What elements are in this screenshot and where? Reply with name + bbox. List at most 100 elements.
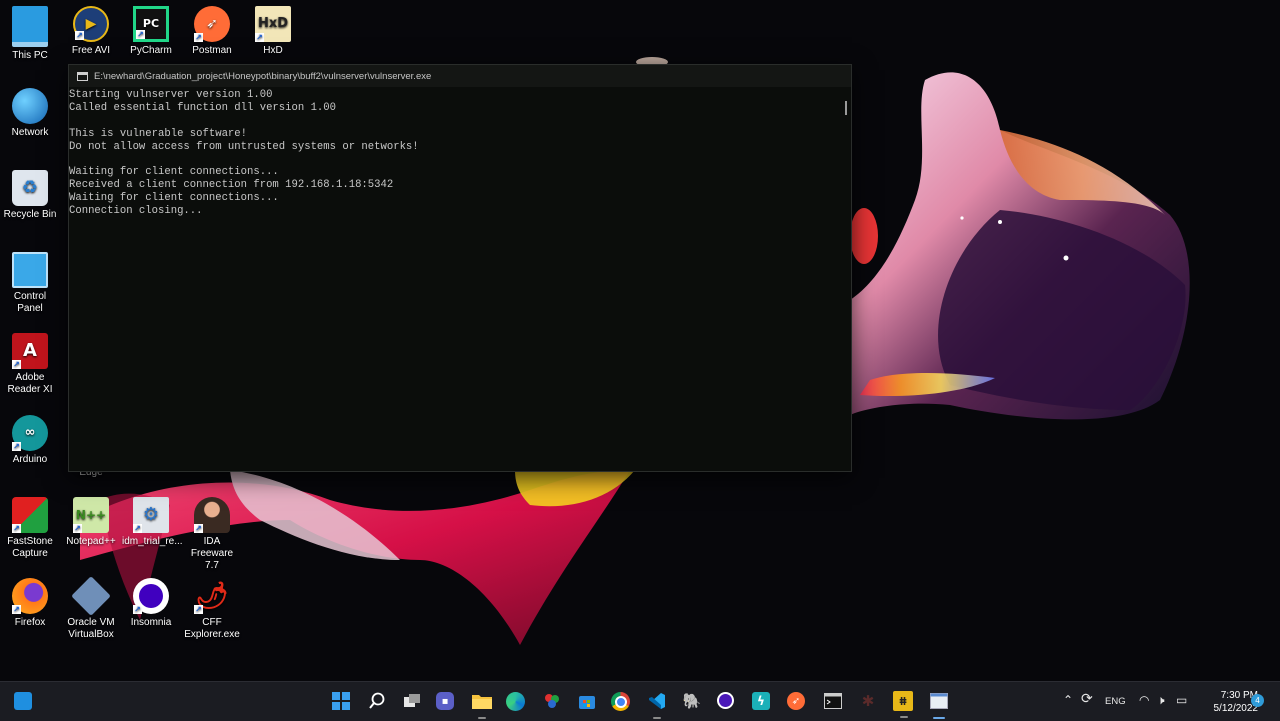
desktop-icon-faststone-capture[interactable]: ↗ FastStone Capture: [1, 497, 59, 560]
desktop-icon-label: Control Panel: [13, 291, 47, 314]
desktop-icon-label: This PC: [12, 50, 48, 61]
desktop-icon-label: 7.7: [205, 560, 219, 571]
console-line: Starting vulnserver version 1.00: [69, 89, 273, 101]
desktop-icon-label: idm_trial_re...: [122, 536, 183, 547]
desktop-icon-label: Oracle VM: [67, 617, 115, 628]
arduino-icon: ∞ ↗: [12, 415, 48, 451]
running-indicator: [653, 717, 661, 719]
running-indicator: [478, 717, 486, 719]
clock-date: 5/12/2022: [1213, 703, 1259, 714]
insomnia-icon: ↗: [133, 578, 169, 614]
adobe-reader-icon: A ↗: [12, 333, 48, 369]
desktop-icon-label: Postman: [192, 45, 232, 56]
running-indicator: [900, 716, 908, 718]
file-explorer-icon[interactable]: [471, 690, 493, 719]
desktop-icon-label: Reader XI: [7, 384, 53, 395]
desktop-icon-idm-trial[interactable]: ⚙ ↗ idm_trial_re...: [122, 497, 183, 548]
console-title: E:\newhard\Graduation_project\Honeypot\b…: [94, 70, 432, 82]
desktop-icon-network[interactable]: Network: [1, 88, 59, 139]
control-panel-icon: [12, 252, 48, 288]
desktop-icon-insomnia[interactable]: ↗ Insomnia: [122, 578, 180, 629]
running-indicator: [933, 717, 945, 719]
network-globe-icon: [12, 88, 48, 124]
desktop-icon-this-pc[interactable]: This PC: [1, 6, 59, 62]
eclipse-icon[interactable]: [717, 692, 734, 709]
postman-icon[interactable]: ➶: [787, 692, 805, 710]
desktop-icon-pycharm[interactable]: PC ↗ PyCharm: [122, 6, 180, 57]
desktop-icon-label: CFF: [202, 617, 222, 628]
avi-player-icon: ▶ ↗: [73, 6, 109, 42]
widgets-button[interactable]: [14, 692, 32, 710]
console-line: This is vulnerable software!: [69, 127, 248, 140]
desktop-icon-label: Adobe: [15, 372, 45, 383]
installer-icon: ⚙ ↗: [133, 497, 169, 533]
desktop-icon-label: Insomnia: [130, 617, 172, 628]
console-titlebar[interactable]: E:\newhard\Graduation_project\Honeypot\b…: [69, 65, 851, 87]
console-output[interactable]: Starting vulnserver version 1.00 Called …: [69, 87, 837, 471]
chili-pepper-icon: 🌶 ↗: [194, 581, 229, 614]
hxd-icon: HxD ↗: [255, 6, 291, 42]
sync-icon[interactable]: ⟳: [1081, 691, 1093, 707]
desktop-icon-label: PyCharm: [130, 45, 172, 56]
ida-icon[interactable]: ⵌ: [893, 691, 913, 718]
desktop-icon-label: Network: [11, 127, 49, 138]
desktop-icon-notepadpp[interactable]: N++ ↗ Notepad++: [62, 497, 120, 548]
desktop-icon-virtualbox[interactable]: Oracle VM VirtualBox: [62, 576, 120, 641]
desktop-icon-control-panel[interactable]: Control Panel: [1, 252, 59, 315]
console-line: Do not allow access from untrusted syste…: [69, 140, 419, 153]
console-window[interactable]: E:\newhard\Graduation_project\Honeypot\b…: [68, 64, 852, 472]
debugger-icon[interactable]: ✱: [857, 690, 879, 712]
desktop-icon-hxd[interactable]: HxD ↗ HxD: [244, 6, 302, 57]
vscode-icon[interactable]: [646, 690, 668, 719]
desktop-icon-cff-explorer[interactable]: 🌶 ↗ CFF Explorer.exe: [183, 578, 241, 641]
desktop-icon-postman[interactable]: ➶ ↗ Postman: [183, 6, 241, 57]
faststone-capture-icon: ↗: [12, 497, 48, 533]
thunder-icon[interactable]: ϟ: [752, 692, 770, 710]
postgres-icon[interactable]: 🐘: [681, 690, 703, 712]
chrome-icon[interactable]: [611, 692, 630, 711]
notepadpp-icon: N++ ↗: [73, 497, 109, 533]
desktop-icon-label: Explorer.exe: [184, 629, 240, 640]
clock[interactable]: 7:30 PM 5/12/2022: [1196, 689, 1259, 715]
wifi-icon[interactable]: ◠: [1139, 693, 1149, 707]
taskbar: ▪ 🐘 ϟ ➶ ✱ ⵌ ⌃ ⟳ ENG ◠ 🕨 ▭ 7:30 PM 5/12/2…: [0, 681, 1280, 721]
chat-icon[interactable]: ▪: [436, 692, 454, 710]
desktop-icon-recycle-bin[interactable]: ♻ Recycle Bin: [1, 170, 59, 221]
desktop-icon-label: Recycle Bin: [3, 209, 57, 220]
desktop-icon-label: HxD: [263, 45, 283, 56]
virtualbox-icon: [71, 576, 111, 616]
console-line: Waiting for client connections...: [69, 192, 279, 205]
desktop-icon-firefox[interactable]: ↗ Firefox: [1, 578, 59, 629]
console-line: Received a client connection from 192.16…: [69, 179, 394, 192]
terminal-icon[interactable]: [822, 690, 844, 712]
console-line: Waiting for client connections...: [69, 166, 279, 179]
volume-icon[interactable]: 🕨: [1157, 693, 1165, 708]
language-indicator[interactable]: ENG: [1105, 696, 1126, 707]
clock-time: 7:30 PM: [1220, 690, 1258, 701]
desktop-icon-ida-freeware[interactable]: ↗ IDA Freeware 7.7: [183, 497, 241, 572]
chevron-up-icon[interactable]: ⌃: [1063, 693, 1073, 707]
desktop-icon-label: Free AVI: [71, 45, 111, 56]
desktop-icon-label: Notepad++: [66, 536, 116, 547]
notification-badge[interactable]: 4: [1251, 694, 1264, 707]
task-view-icon[interactable]: [401, 690, 423, 712]
battery-icon[interactable]: ▭: [1176, 693, 1187, 707]
console-app-icon[interactable]: [928, 690, 950, 719]
edge-icon[interactable]: [506, 692, 525, 711]
photos-icon[interactable]: [541, 690, 563, 712]
desktop-icon-label: Firefox: [14, 617, 46, 628]
console-line: Connection closing...: [69, 205, 203, 218]
postman-icon: ➶ ↗: [194, 6, 230, 42]
windows-start-icon[interactable]: [330, 690, 352, 712]
console-window-icon: [77, 71, 88, 81]
console-scrollbar[interactable]: [845, 101, 847, 115]
store-icon[interactable]: [576, 690, 598, 712]
desktop-icon-adobe-reader[interactable]: A ↗ Adobe Reader XI: [1, 333, 59, 396]
desktop-icon-free-avi-player[interactable]: ▶ ↗ Free AVI: [62, 6, 120, 57]
pycharm-icon: PC ↗: [133, 6, 169, 42]
desktop-icon-arduino[interactable]: ∞ ↗ Arduino: [1, 415, 59, 466]
search-icon[interactable]: [366, 690, 388, 712]
firefox-icon: ↗: [12, 578, 48, 614]
